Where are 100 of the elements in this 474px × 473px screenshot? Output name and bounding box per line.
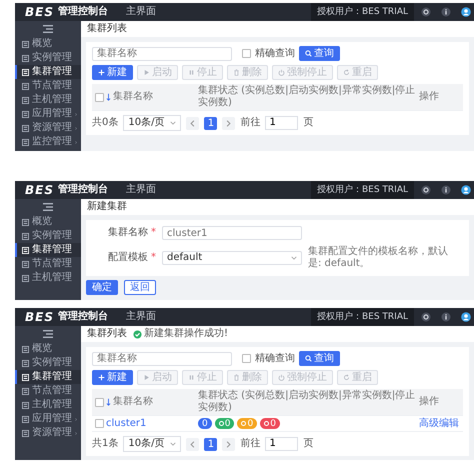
status-count: 0	[214, 418, 234, 429]
home-tab[interactable]: 主界面	[126, 184, 156, 196]
sidebar-item[interactable]: 应用管理	[15, 412, 81, 426]
home-tab[interactable]: 主界面	[126, 6, 156, 18]
status-count: 0	[260, 418, 280, 429]
toolbar-button[interactable]: 新建	[92, 370, 133, 385]
sort-icon[interactable]	[106, 93, 111, 101]
list-icon	[22, 40, 29, 48]
sidebar-item[interactable]: 节点管理	[15, 79, 81, 93]
back-button[interactable]: 返回	[124, 280, 156, 295]
checkbox[interactable]	[94, 398, 104, 406]
sidebar-item[interactable]: 节点管理	[15, 257, 81, 271]
checkbox-label: 精确查询	[255, 352, 295, 364]
page-number-field[interactable]: 1	[265, 437, 298, 451]
settings-icon[interactable]	[421, 185, 431, 195]
menu-icon[interactable]	[43, 330, 53, 338]
sidebar-item[interactable]: 集群管理	[15, 243, 81, 257]
search-field[interactable]: 集群名称	[92, 352, 232, 366]
edit-link[interactable]: 高级编辑	[419, 418, 459, 428]
sidebar-item[interactable]: 实例管理	[15, 229, 81, 243]
checkbox[interactable]	[242, 354, 251, 363]
settings-icon[interactable]	[421, 312, 431, 322]
sidebar-item[interactable]: 节点管理	[15, 384, 81, 398]
list-icon	[22, 274, 29, 282]
avatar-icon[interactable]	[461, 312, 471, 322]
list-icon	[22, 260, 29, 268]
page-label: 页	[303, 438, 314, 450]
confirm-button[interactable]: 确定	[86, 280, 118, 295]
page-number-field[interactable]: 1	[265, 116, 298, 130]
column-header: 集群名称	[113, 396, 153, 408]
list-icon	[22, 110, 29, 118]
cluster-link[interactable]: cluster1	[106, 418, 146, 430]
page-size-select[interactable]: 10条/页	[123, 436, 182, 452]
sidebar-item[interactable]: 集群管理	[15, 370, 81, 384]
toolbar-button[interactable]: 新建	[92, 65, 133, 80]
list-icon	[22, 96, 29, 104]
ring-icon	[264, 421, 270, 426]
previous-page-icon[interactable]	[186, 116, 200, 130]
page-title: 新建集群	[87, 201, 127, 213]
logo: BES	[25, 184, 54, 196]
checkbox[interactable]	[242, 49, 251, 58]
field-label: 集群名称 *	[106, 227, 156, 239]
sidebar-item[interactable]: 应用管理	[15, 107, 81, 121]
status-count: 0	[237, 418, 258, 429]
info-icon[interactable]	[441, 7, 451, 17]
field-label: 配置模板 *	[106, 252, 156, 264]
search-button[interactable]: 查询	[299, 351, 340, 366]
success-message: 新建集群操作成功!	[144, 328, 228, 340]
list-icon	[22, 388, 29, 394]
sidebar-item[interactable]: 资源管理	[15, 426, 81, 440]
goto-label: 前往	[240, 438, 260, 450]
logo: BES	[25, 311, 54, 323]
user-label: 授权用户：BES TRIAL	[310, 308, 414, 326]
sidebar-item[interactable]: 集群管理	[15, 65, 81, 79]
sidebar-item[interactable]: 概览	[15, 342, 81, 356]
next-page-icon[interactable]	[222, 116, 236, 130]
sidebar-item[interactable]: 实例管理	[15, 51, 81, 65]
list-icon	[22, 246, 29, 254]
list-icon	[22, 68, 29, 76]
sort-icon[interactable]	[106, 398, 111, 406]
checkbox[interactable]	[94, 419, 104, 428]
search-field[interactable]: 集群名称	[92, 46, 232, 60]
trash-icon	[233, 374, 240, 381]
plus-icon	[98, 69, 105, 76]
sidebar-item[interactable]: 主机管理	[15, 271, 81, 285]
list-icon	[22, 430, 29, 436]
search-button[interactable]: 查询	[299, 46, 340, 61]
avatar-icon[interactable]	[461, 7, 471, 17]
goto-label: 前往	[240, 117, 260, 129]
sidebar-item[interactable]: 主机管理	[15, 398, 81, 412]
next-page-icon[interactable]	[222, 438, 236, 450]
sidebar-item[interactable]: 概览	[15, 215, 81, 229]
input-field[interactable]: cluster1	[162, 226, 302, 240]
page-label: 页	[303, 117, 314, 129]
checkbox[interactable]	[94, 92, 104, 102]
search-icon	[305, 355, 312, 362]
info-icon[interactable]	[441, 185, 451, 195]
column-header: 集群状态 (实例总数|启动实例数|异常实例数|停止实例数)	[198, 85, 416, 109]
previous-page-icon[interactable]	[186, 438, 200, 450]
page-size-select[interactable]: 10条/页	[123, 115, 182, 131]
user-label: 授权用户：BES TRIAL	[310, 3, 414, 21]
menu-icon[interactable]	[43, 203, 53, 211]
sidebar-item[interactable]: 监控管理	[15, 135, 81, 149]
info-icon[interactable]	[441, 312, 451, 322]
caret-icon	[170, 121, 176, 125]
app-title: 管理控制台	[58, 311, 108, 323]
menu-icon[interactable]	[43, 25, 53, 33]
power-icon	[278, 374, 285, 381]
sidebar-item[interactable]: 实例管理	[15, 356, 81, 370]
caret-icon	[170, 442, 176, 446]
template-select[interactable]: default	[162, 251, 302, 265]
app-title: 管理控制台	[58, 184, 108, 196]
sidebar-item[interactable]: 资源管理	[15, 121, 81, 135]
page-button[interactable]: 1	[204, 438, 218, 450]
sidebar-item[interactable]: 概览	[15, 37, 81, 51]
home-tab[interactable]: 主界面	[126, 311, 156, 323]
page-button[interactable]: 1	[204, 116, 218, 130]
avatar-icon[interactable]	[461, 185, 471, 195]
settings-icon[interactable]	[421, 7, 431, 17]
sidebar-item[interactable]: 主机管理	[15, 93, 81, 107]
